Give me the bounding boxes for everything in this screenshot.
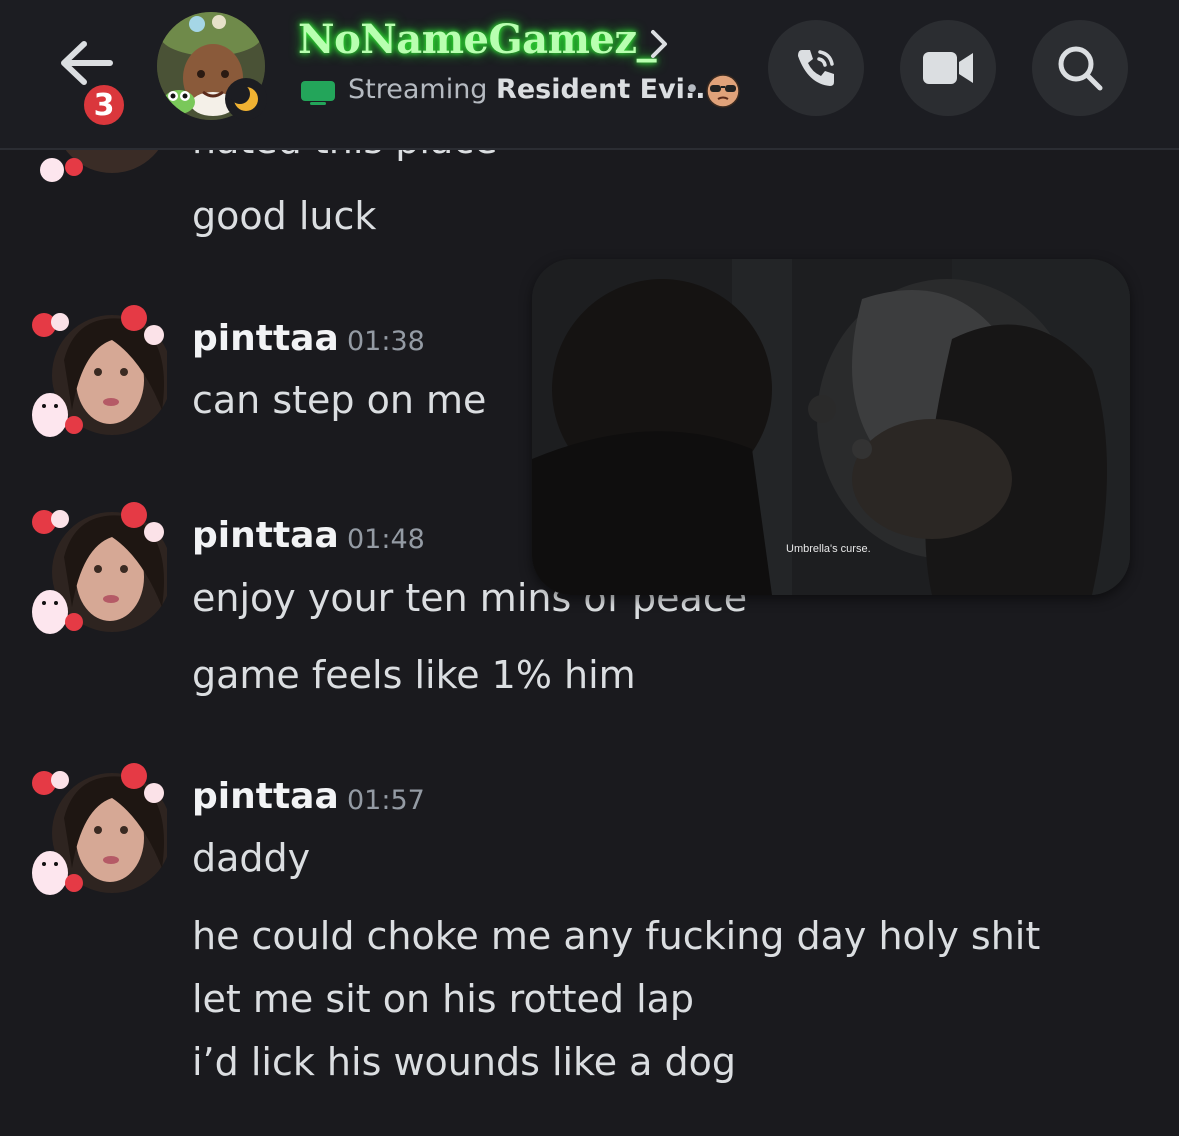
author-name[interactable]: pinttaa (192, 776, 339, 817)
activity-prefix: Streaming (348, 74, 488, 105)
message-timestamp: 01:38 (347, 326, 425, 357)
message-timestamp: 01:48 (347, 524, 425, 555)
separator-dot: • (684, 74, 700, 105)
sunglasses-emoji-icon (706, 74, 740, 108)
message-line: i’d lick his wounds like a dog (192, 1040, 737, 1084)
idle-status-icon (225, 78, 267, 120)
monitor-icon (301, 81, 335, 105)
chat-header: 3 NoNameGamez_ Streaming Resident Evi...… (0, 0, 1179, 150)
author-name[interactable]: pinttaa (192, 515, 339, 556)
message-line: let me sit on his rotted lap (192, 977, 695, 1021)
chevron-right-icon[interactable] (648, 28, 670, 60)
channel-user-name[interactable]: NoNameGamez_ (298, 16, 657, 63)
author-avatar[interactable] (22, 758, 167, 903)
search-button[interactable] (1032, 20, 1128, 116)
search-icon (1058, 46, 1103, 91)
message-line: can step on me (192, 378, 487, 422)
message-line: good luck (192, 194, 377, 238)
message-timestamp: 01:57 (347, 785, 425, 816)
message-line: daddy (192, 836, 311, 880)
voice-call-button[interactable] (768, 20, 864, 116)
stream-preview-window[interactable]: Umbrella's curse. (532, 259, 1130, 595)
author-avatar[interactable] (22, 497, 167, 642)
message-line: game feels like 1% him (192, 653, 636, 697)
unread-badge: 3 (80, 81, 128, 129)
phone-icon (798, 50, 834, 86)
video-camera-icon (923, 52, 973, 84)
video-subtitle: Umbrella's curse. (786, 543, 871, 555)
author-avatar[interactable] (22, 300, 167, 445)
author-name[interactable]: pinttaa (192, 318, 339, 359)
video-call-button[interactable] (900, 20, 996, 116)
message-line: he could choke me any fucking day holy s… (192, 914, 1041, 958)
chat-screen: 3 NoNameGamez_ Streaming Resident Evi...… (0, 0, 1179, 1136)
activity-game: Resident Evi... (496, 74, 716, 105)
back-button[interactable]: 3 (48, 36, 128, 129)
activity-status[interactable]: Streaming Resident Evi... (348, 74, 716, 105)
